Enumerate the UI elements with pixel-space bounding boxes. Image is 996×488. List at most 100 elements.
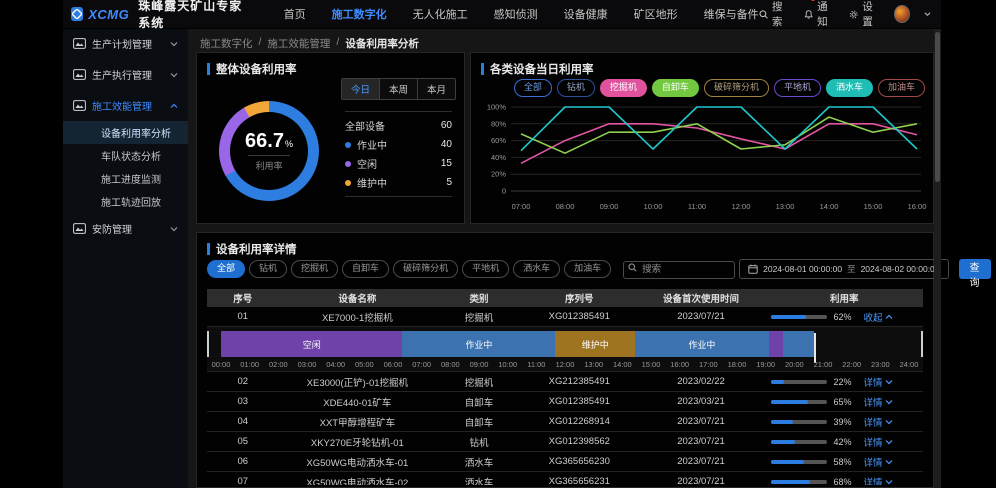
cell-name: XXT甲醇增程矿车 (279, 415, 437, 429)
timeline-right-handle[interactable] (921, 331, 923, 357)
utilization-percent: 22% (833, 377, 857, 387)
brand: XCMG 珠峰露天矿山专家系统 (63, 0, 252, 31)
notification-dot (811, 0, 815, 1)
detail-filter-pill-dump-truck[interactable]: 自卸车 (342, 260, 389, 278)
sidebar-group-production-plan[interactable]: 生产计划管理 (63, 28, 188, 59)
chevron-down-icon[interactable] (924, 11, 931, 17)
cell-name: XE7000-1挖掘机 (279, 310, 437, 324)
nav-item-mine-terrain[interactable]: 矿区地形 (634, 6, 678, 22)
cell-utilization: 65% 详情 (765, 395, 923, 409)
date-end: 2024-08-02 00:00:00 (861, 264, 940, 274)
logo-text: XCMG (88, 7, 129, 22)
sidebar-group-security-management[interactable]: 安防管理 (63, 213, 188, 244)
svg-text:0: 0 (502, 187, 506, 196)
filter-pill-excavator[interactable]: 挖掘机 (600, 79, 647, 97)
details-link[interactable]: 详情 (863, 415, 893, 429)
cell-utilization: 62%收起 (765, 310, 923, 324)
overall-utilization-panel: 整体设备利用率 今日本周本月 66.7% 利用率 全部设备60作业中40空闲15… (196, 52, 465, 224)
chevron-up-icon (170, 103, 178, 109)
overall-panel-title-text: 整体设备利用率 (216, 61, 297, 77)
detail-filter-pill-crusher[interactable]: 破碎筛分机 (393, 260, 458, 278)
notification-button[interactable]: 通知 (804, 0, 835, 29)
cell-utilization: 22% 详情 (765, 375, 923, 389)
detail-filter-pill-excavator[interactable]: 挖掘机 (291, 260, 338, 278)
breadcrumb-item[interactable]: 施工数字化 (200, 36, 253, 51)
filter-pill-dump-truck[interactable]: 自卸车 (652, 79, 699, 97)
sidebar-item-construction-progress-monitor[interactable]: 施工进度监测 (63, 167, 188, 190)
settings-button[interactable]: 设置 (849, 0, 880, 29)
scrollbar-thumb[interactable] (935, 32, 940, 182)
chevron-down-icon (170, 226, 178, 232)
chevron-down-icon (885, 379, 893, 385)
details-link[interactable]: 详情 (863, 435, 893, 449)
timeline-tick: 08:00 (441, 360, 460, 369)
sidebar-item-construction-track-replay[interactable]: 施工轨迹回放 (63, 190, 188, 213)
filter-pill-sprinkler[interactable]: 洒水车 (826, 79, 873, 97)
filter-pill-grader[interactable]: 平地机 (774, 79, 821, 97)
svg-text:60%: 60% (491, 136, 506, 145)
equipment-stats-list: 全部设备60作业中40空闲15维护中5 (345, 111, 452, 197)
search-button[interactable]: 搜索 (759, 0, 790, 29)
chevron-down-icon (170, 41, 178, 47)
timeline-tick: 10:00 (498, 360, 517, 369)
column-header: 类别 (436, 291, 522, 305)
table-row: 05XKY270E牙轮钻机-01钻机XG0123985622023/07/214… (207, 432, 923, 452)
filter-pill-crusher[interactable]: 破碎筛分机 (704, 79, 769, 97)
timeline-cursor[interactable] (814, 333, 816, 363)
sidebar-group-construction-efficiency[interactable]: 施工效能管理 (63, 90, 188, 121)
detail-filter-pill-grader[interactable]: 平地机 (462, 260, 509, 278)
timeline-segment-维护中: 维护中 (555, 331, 635, 357)
detail-filter-pill-fueler[interactable]: 加油车 (564, 260, 611, 278)
cell-first_use: 2023/07/21 (637, 436, 766, 447)
filter-pill-fueler[interactable]: 加油车 (878, 79, 925, 97)
tab-this-week[interactable]: 本周 (379, 79, 417, 99)
nav-item-construction-digitalization[interactable]: 施工数字化 (332, 6, 387, 22)
details-link[interactable]: 详情 (863, 395, 893, 409)
sidebar-item-fleet-status-analysis[interactable]: 车队状态分析 (63, 144, 188, 167)
details-link[interactable]: 详情 (863, 375, 893, 389)
svg-text:11:00: 11:00 (688, 202, 706, 211)
tab-this-month[interactable]: 本月 (417, 79, 455, 99)
detail-filter-pill-sprinkler[interactable]: 洒水车 (513, 260, 560, 278)
date-range-picker[interactable]: 2024-08-01 00:00:00 至 2024-08-02 00:00:0… (739, 259, 948, 279)
timeline-tick: 18:00 (728, 360, 747, 369)
utilization-percent: 65% (833, 397, 857, 407)
timeline-tick: 09:00 (470, 360, 489, 369)
detail-filter-pill-drill[interactable]: 钻机 (249, 260, 287, 278)
svg-text:13:00: 13:00 (776, 202, 795, 211)
chevron-down-icon (885, 399, 893, 405)
nav-item-maintenance-parts[interactable]: 维保与备件 (704, 6, 759, 22)
filter-pill-drill[interactable]: 钻机 (557, 79, 595, 97)
timeline-left-handle[interactable] (207, 331, 209, 357)
title-accent-bar (207, 63, 210, 75)
stat-row: 作业中40 (345, 135, 452, 154)
details-link[interactable]: 详情 (863, 455, 893, 469)
nav-item-unmanned-construction[interactable]: 无人化施工 (413, 6, 468, 22)
breadcrumb-item[interactable]: 施工效能管理 (267, 36, 330, 51)
search-input[interactable] (623, 261, 735, 279)
nav-item-perception-detection[interactable]: 感知侦测 (494, 6, 538, 22)
chevron-down-icon (885, 459, 893, 465)
nav-item-equipment-health[interactable]: 设备健康 (564, 6, 608, 22)
filter-pill-all[interactable]: 全部 (514, 79, 552, 97)
cell-name: XDE440-01矿车 (279, 395, 437, 409)
user-avatar[interactable] (894, 5, 910, 23)
timeline-segment-small (769, 331, 783, 357)
query-button[interactable]: 查询 (959, 259, 991, 279)
detail-filter-pill-all[interactable]: 全部 (207, 260, 245, 278)
cell-first_use: 2023/03/21 (637, 396, 766, 407)
svg-text:15:00: 15:00 (864, 202, 883, 211)
nav-item-home[interactable]: 首页 (284, 6, 306, 22)
link-label: 详情 (863, 415, 882, 429)
cell-first_use: 2023/07/21 (637, 311, 766, 322)
main-nav: 首页 施工数字化 无人化施工 感知侦测 设备健康 矿区地形 维保与备件 (284, 6, 759, 22)
link-label: 详情 (863, 375, 882, 389)
details-link[interactable]: 详情 (863, 475, 893, 486)
sidebar-item-equipment-utilization-analysis[interactable]: 设备利用率分析 (63, 121, 188, 144)
cell-serial: XG012385491 (522, 396, 637, 407)
tab-today[interactable]: 今日 (342, 79, 379, 99)
sidebar-group-production-execution[interactable]: 生产执行管理 (63, 59, 188, 90)
sidebar: 生产计划管理生产执行管理施工效能管理设备利用率分析车队状态分析施工进度监测施工轨… (63, 28, 188, 488)
svg-text:40%: 40% (491, 153, 506, 162)
collapse-link[interactable]: 收起 (863, 310, 893, 324)
